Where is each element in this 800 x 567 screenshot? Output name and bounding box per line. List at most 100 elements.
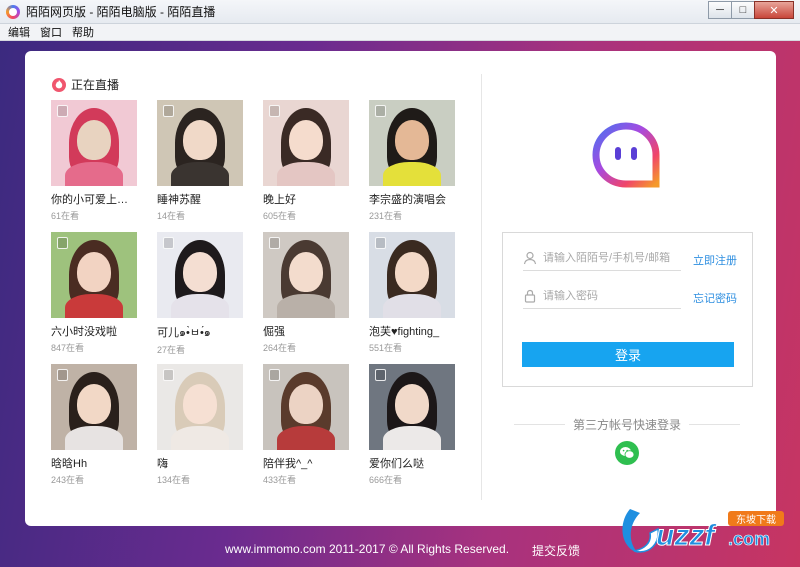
thumbnail-face-shape xyxy=(77,252,111,292)
thumbnail-face-shape xyxy=(183,384,217,424)
user-icon xyxy=(523,251,537,265)
live-stream-card[interactable]: 倔强 264在看 xyxy=(263,232,349,364)
stream-thumbnail[interactable] xyxy=(263,100,349,186)
lock-icon xyxy=(523,289,537,303)
thumbnail-body-shape xyxy=(277,294,335,318)
live-badge-icon xyxy=(163,369,174,381)
live-badge-icon xyxy=(269,369,280,381)
viewer-count: 14在看 xyxy=(157,211,186,221)
thumbnail-body-shape xyxy=(65,294,123,318)
stream-name[interactable]: 睡神苏醒 xyxy=(157,191,253,207)
login-form: 立即注册 忘记密码 登录 xyxy=(502,232,753,387)
live-badge-icon xyxy=(269,237,280,249)
thumbnail-face-shape xyxy=(77,120,111,160)
wechat-login-icon[interactable] xyxy=(615,441,639,465)
thumbnail-face-shape xyxy=(395,120,429,160)
menu-edit[interactable]: 编辑 xyxy=(8,24,30,40)
live-stream-card[interactable]: 李宗盛的演唱会 231在看 xyxy=(369,100,455,232)
momo-app-icon xyxy=(6,4,20,19)
thumbnail-face-shape xyxy=(395,252,429,292)
stream-thumbnail[interactable] xyxy=(157,232,243,318)
stream-name[interactable]: 晗晗Hh xyxy=(51,455,147,471)
menu-help[interactable]: 帮助 xyxy=(72,24,94,40)
stream-thumbnail[interactable] xyxy=(157,100,243,186)
thumbnail-body-shape xyxy=(383,426,441,450)
viewer-count: 61在看 xyxy=(51,211,80,221)
flame-icon xyxy=(52,77,66,92)
live-badge-icon xyxy=(375,105,386,117)
minimize-button[interactable]: ─ xyxy=(708,1,732,19)
live-stream-card[interactable]: 可儿๑•̀ㅂ•́๑ 27在看 xyxy=(157,232,243,364)
title-bar: 陌陌网页版 - 陌陌电脑版 - 陌陌直播 ─ □ ✕ xyxy=(0,0,800,24)
divider-line-left xyxy=(514,423,565,425)
thumbnail-body-shape xyxy=(171,294,229,318)
register-link[interactable]: 立即注册 xyxy=(693,252,737,268)
thumbnail-face-shape xyxy=(289,120,323,160)
live-stream-card[interactable]: 爱你们么哒 666在看 xyxy=(369,364,455,496)
live-badge-icon xyxy=(57,105,68,117)
live-stream-card[interactable]: 泡芙♥fighting_ 551在看 xyxy=(369,232,455,364)
thumbnail-body-shape xyxy=(277,162,335,186)
thumbnail-face-shape xyxy=(289,384,323,424)
stream-name[interactable]: 晚上好 xyxy=(263,191,359,207)
close-button[interactable]: ✕ xyxy=(754,1,794,19)
stream-name[interactable]: 陪伴我^_^ xyxy=(263,455,359,471)
stream-name[interactable]: 爱你们么哒 xyxy=(369,455,465,471)
account-field xyxy=(523,245,681,271)
maximize-button[interactable]: □ xyxy=(731,1,755,19)
svg-text:uzzf: uzzf xyxy=(656,519,717,552)
divider xyxy=(481,74,482,500)
stream-name[interactable]: 倔强 xyxy=(263,323,359,339)
stream-name[interactable]: 泡芙♥fighting_ xyxy=(369,323,465,339)
stream-thumbnail[interactable] xyxy=(51,364,137,450)
password-input[interactable] xyxy=(543,289,679,302)
forgot-password-link[interactable]: 忘记密码 xyxy=(693,290,737,306)
live-stream-card[interactable]: 陪伴我^_^ 433在看 xyxy=(263,364,349,496)
stream-thumbnail[interactable] xyxy=(369,100,455,186)
stream-thumbnail[interactable] xyxy=(369,232,455,318)
viewer-count: 134在看 xyxy=(157,475,191,485)
uzzf-watermark-logo: uzzf .com 东坡下载 xyxy=(622,509,784,553)
live-badge-icon xyxy=(163,105,174,117)
thumbnail-body-shape xyxy=(65,162,123,186)
thumbnail-face-shape xyxy=(289,252,323,292)
password-field xyxy=(523,283,681,309)
stream-name[interactable]: 六小时没戏啦 xyxy=(51,323,147,339)
svg-text:东坡下载: 东坡下载 xyxy=(736,513,776,526)
stream-name[interactable]: 李宗盛的演唱会 xyxy=(369,191,465,207)
thumbnail-face-shape xyxy=(395,384,429,424)
live-stream-card[interactable]: 晗晗Hh 243在看 xyxy=(51,364,137,496)
stream-thumbnail[interactable] xyxy=(369,364,455,450)
momo-logo xyxy=(592,122,660,188)
viewer-count: 605在看 xyxy=(263,211,297,221)
stream-thumbnail[interactable] xyxy=(263,364,349,450)
third-party-label: 第三方帐号快速登录 xyxy=(573,417,682,432)
thumbnail-body-shape xyxy=(171,426,229,450)
stream-name[interactable]: 可儿๑•̀ㅂ•́๑ xyxy=(157,323,253,341)
stream-thumbnail[interactable] xyxy=(263,232,349,318)
thumbnail-body-shape xyxy=(383,294,441,318)
live-stream-card[interactable]: 你的小可爱上… 61在看 xyxy=(51,100,137,232)
live-stream-card[interactable]: 六小时没戏啦 847在看 xyxy=(51,232,137,364)
stream-thumbnail[interactable] xyxy=(51,100,137,186)
live-stream-card[interactable]: 睡神苏醒 14在看 xyxy=(157,100,243,232)
menu-window[interactable]: 窗口 xyxy=(40,24,62,40)
thumbnail-body-shape xyxy=(277,426,335,450)
login-button[interactable]: 登录 xyxy=(522,342,734,367)
live-stream-card[interactable]: 嗨 134在看 xyxy=(157,364,243,496)
viewer-count: 264在看 xyxy=(263,343,297,353)
live-badge-icon xyxy=(375,369,386,381)
viewer-count: 433在看 xyxy=(263,475,297,485)
feedback-link[interactable]: 提交反馈 xyxy=(532,542,580,559)
thumbnail-body-shape xyxy=(65,426,123,450)
live-header: 正在直播 xyxy=(52,76,119,93)
svg-text:.com: .com xyxy=(728,529,770,549)
account-input[interactable] xyxy=(543,251,679,264)
stream-thumbnail[interactable] xyxy=(157,364,243,450)
window-controls: ─ □ ✕ xyxy=(708,1,794,19)
stream-name[interactable]: 你的小可爱上… xyxy=(51,191,147,207)
stream-name[interactable]: 嗨 xyxy=(157,455,253,471)
stream-thumbnail[interactable] xyxy=(51,232,137,318)
live-title: 正在直播 xyxy=(71,78,120,92)
live-stream-card[interactable]: 晚上好 605在看 xyxy=(263,100,349,232)
